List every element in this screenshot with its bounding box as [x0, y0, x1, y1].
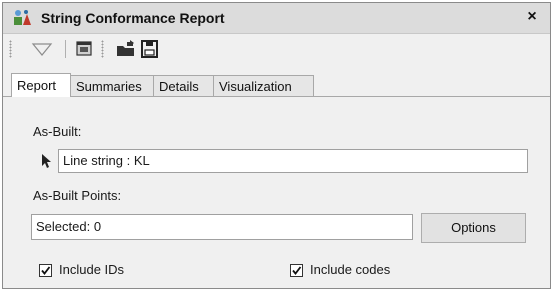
save-icon[interactable] — [139, 39, 161, 59]
tab-summaries[interactable]: Summaries — [70, 75, 154, 96]
open-folder-icon[interactable] — [115, 39, 137, 59]
window-icon[interactable] — [73, 39, 95, 59]
selected-points-field[interactable]: Selected: 0 — [31, 214, 413, 240]
tab-strip: Report Summaries Details Visualization — [3, 73, 550, 97]
include-ids-label[interactable]: Include IDs — [59, 262, 124, 277]
tab-report[interactable]: Report — [11, 73, 71, 97]
string-conformance-report-window: String Conformance Report × Report Summa… — [2, 2, 551, 289]
window-title: String Conformance Report — [41, 10, 225, 26]
toolbar-separator — [65, 40, 66, 58]
pointer-icon[interactable] — [41, 153, 53, 169]
include-codes-check-icon[interactable] — [290, 264, 303, 277]
title-bar[interactable]: String Conformance Report × — [3, 3, 550, 34]
as-built-label: As-Built: — [33, 124, 82, 139]
tab-details[interactable]: Details — [153, 75, 214, 96]
app-icon — [14, 10, 31, 25]
toolbar — [3, 34, 550, 64]
include-codes-label[interactable]: Include codes — [310, 262, 390, 277]
as-built-field[interactable]: Line string : KL — [58, 149, 528, 173]
filter-icon[interactable] — [31, 39, 53, 59]
toolbar-grip[interactable] — [101, 40, 104, 58]
tab-visualization[interactable]: Visualization — [213, 75, 314, 96]
report-panel: As-Built: Line string : KL As-Built Poin… — [3, 97, 550, 288]
include-ids-check-icon[interactable] — [39, 264, 52, 277]
close-button[interactable]: × — [522, 7, 542, 27]
toolbar-grip[interactable] — [9, 40, 12, 58]
options-button[interactable]: Options — [421, 213, 526, 243]
as-built-points-label: As-Built Points: — [33, 188, 122, 203]
